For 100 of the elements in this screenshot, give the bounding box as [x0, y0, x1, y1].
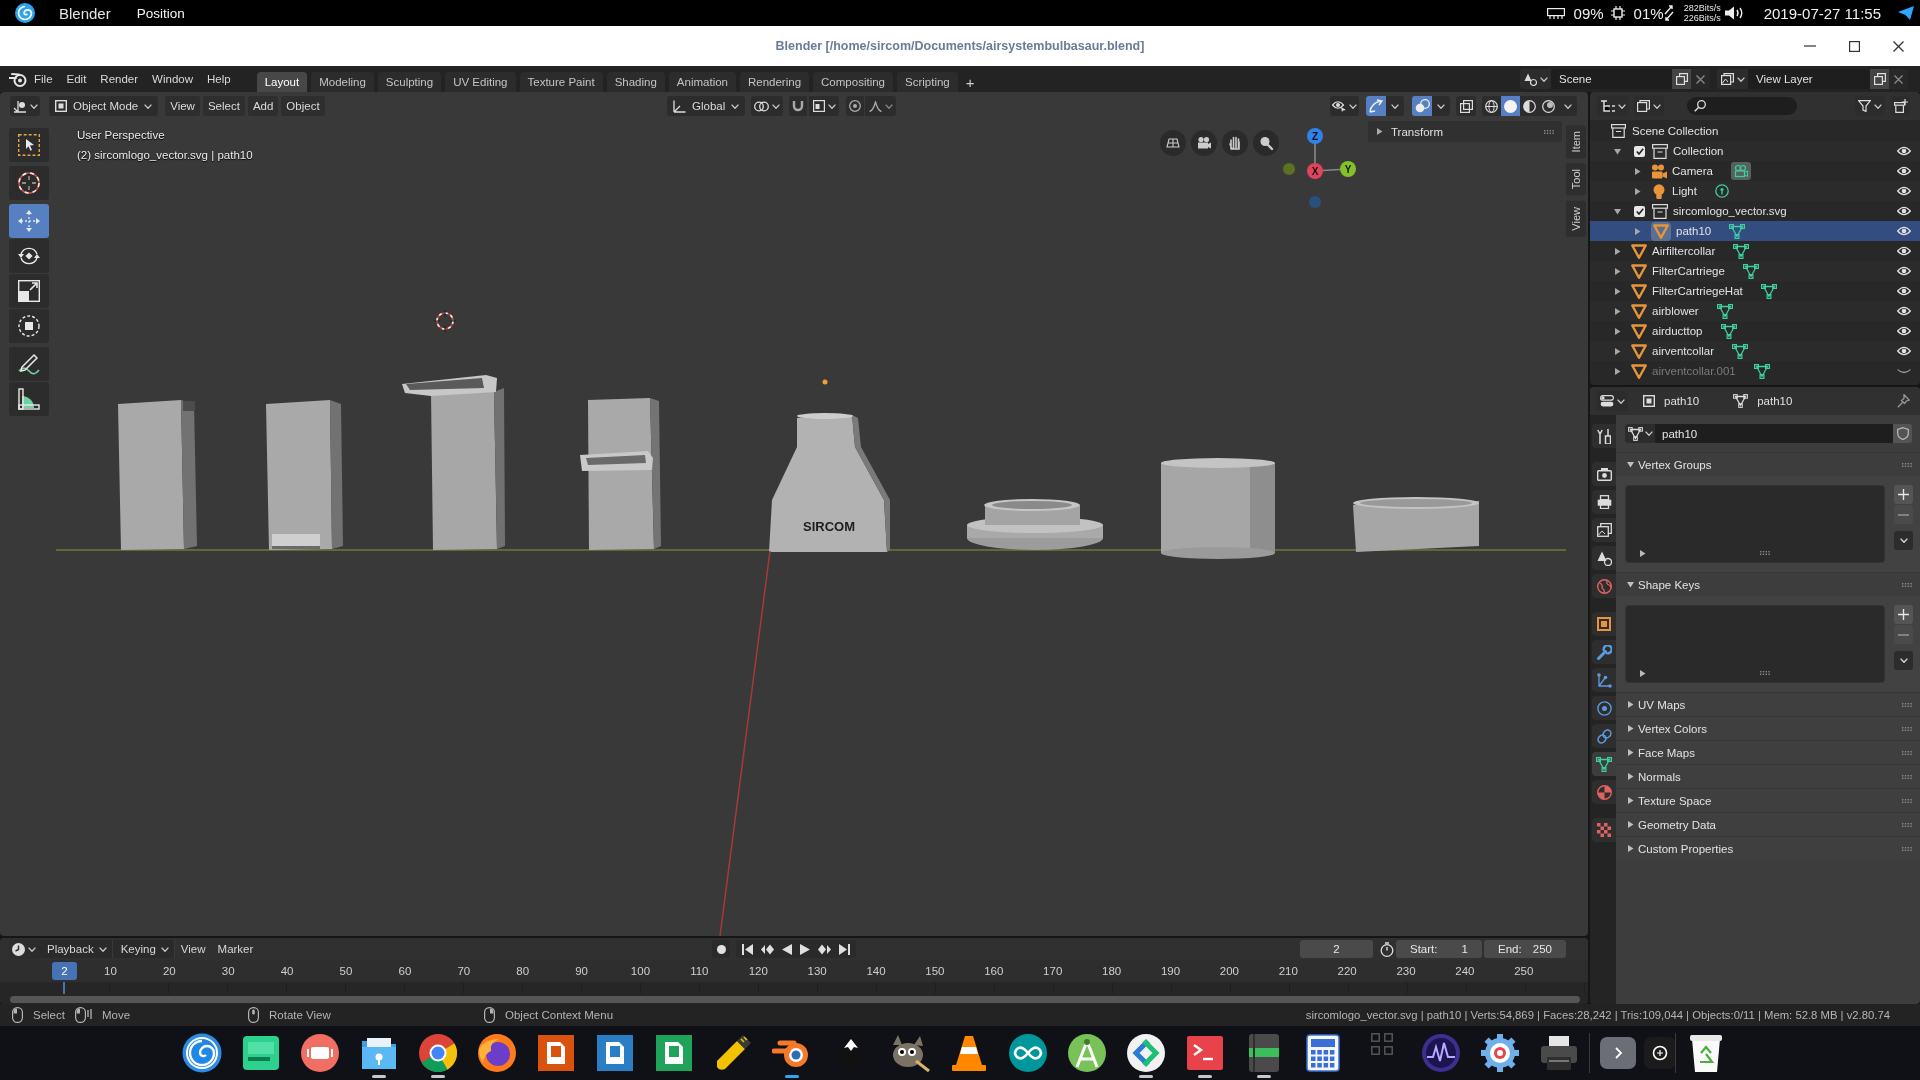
- disclosure-triangle-icon[interactable]: [1613, 307, 1621, 315]
- circle-pin-icon[interactable]: [1714, 184, 1729, 198]
- new-view-layer-button[interactable]: [1870, 69, 1889, 89]
- menu-button[interactable]: Select: [202, 96, 245, 116]
- presentation-document-icon[interactable]: [536, 1033, 576, 1073]
- disclosure-triangle-icon[interactable]: [1627, 821, 1634, 828]
- vertex-triangle-icon[interactable]: [1729, 223, 1746, 239]
- disclosure-triangle-icon[interactable]: [1613, 247, 1621, 255]
- tool-button[interactable]: [9, 274, 49, 308]
- workspace-tab[interactable]: Sculpting: [377, 72, 442, 92]
- tool-button[interactable]: [9, 166, 49, 200]
- disclosure-triangle-icon[interactable]: [1376, 128, 1383, 135]
- logo-icon[interactable]: [9, 71, 27, 87]
- eye-icon[interactable]: [1897, 226, 1911, 236]
- list-menu-button[interactable]: [1894, 531, 1913, 550]
- snap-target-button[interactable]: [809, 96, 840, 116]
- menu-item[interactable]: Window: [145, 69, 200, 89]
- sidebar-tab[interactable]: View: [1566, 200, 1586, 237]
- remove-view-layer-button[interactable]: [1889, 69, 1908, 89]
- menu-button[interactable]: Add: [247, 96, 279, 116]
- checkbox[interactable]: [1634, 145, 1645, 157]
- workspace-tab[interactable]: Scripting: [897, 72, 958, 92]
- properties-tab[interactable]: [1592, 612, 1616, 636]
- playhead-frame[interactable]: 2: [52, 962, 77, 980]
- new-collection-button[interactable]: [1892, 96, 1910, 116]
- compass-icon[interactable]: [1067, 1033, 1107, 1073]
- double-chevron-icon[interactable]: [1126, 1033, 1166, 1073]
- add-button[interactable]: [1894, 605, 1913, 624]
- scene-name-field[interactable]: Scene: [1551, 69, 1672, 89]
- diamond-forward-icon[interactable]: [818, 943, 831, 955]
- play-reverse-icon[interactable]: [782, 943, 792, 955]
- checkbox[interactable]: [1634, 205, 1645, 217]
- disclosure-triangle-icon[interactable]: [1627, 701, 1634, 708]
- workspace-tab[interactable]: Compositing: [813, 72, 893, 92]
- menu-item[interactable]: Help: [200, 69, 238, 89]
- axis-handle[interactable]: [1309, 196, 1321, 208]
- tool-button[interactable]: [9, 128, 49, 162]
- transform-panel[interactable]: Transform: [1368, 121, 1562, 142]
- calculator-icon[interactable]: [1303, 1033, 1343, 1073]
- workspace-tab[interactable]: Rendering: [740, 72, 810, 92]
- editor-type-button[interactable]: [1597, 391, 1628, 411]
- scrollbar[interactable]: [10, 995, 1580, 1003]
- globe-icon[interactable]: [477, 1033, 517, 1073]
- menu-item[interactable]: Marker: [211, 943, 260, 955]
- close-icon[interactable]: [1892, 40, 1904, 52]
- dropdown-menu[interactable]: Keying: [112, 940, 175, 958]
- camera-icon[interactable]: [1191, 130, 1217, 156]
- swirl-icon[interactable]: [182, 1033, 222, 1073]
- properties-tab[interactable]: [1592, 490, 1616, 514]
- properties-tab[interactable]: [1592, 546, 1616, 570]
- tool-button[interactable]: [9, 309, 49, 343]
- chevron-right-icon[interactable]: [1600, 1037, 1636, 1069]
- vertex-triangle-icon[interactable]: [1760, 283, 1777, 299]
- eye-icon[interactable]: [1897, 306, 1911, 316]
- eye-icon[interactable]: [1897, 346, 1911, 356]
- camera-icon[interactable]: [1730, 162, 1751, 180]
- disclosure-triangle-icon[interactable]: [1633, 187, 1641, 195]
- outliner-row[interactable]: path10: [1590, 221, 1920, 241]
- browser-icon[interactable]: [418, 1033, 458, 1073]
- shading-mode-button[interactable]: [1482, 96, 1501, 116]
- menu-item[interactable]: Render: [93, 69, 146, 89]
- perspective-grid-icon[interactable]: [1160, 130, 1186, 156]
- list-menu-button[interactable]: [1894, 651, 1913, 670]
- disclosure-triangle-icon[interactable]: [1627, 845, 1634, 852]
- vertex-triangle-icon[interactable]: [1732, 343, 1748, 359]
- menu-button[interactable]: View: [165, 96, 200, 116]
- shading-menu-button[interactable]: [1558, 96, 1577, 116]
- new-scene-button[interactable]: [1672, 69, 1691, 89]
- workspace-tab[interactable]: Animation: [668, 72, 736, 92]
- traffic-cone-icon[interactable]: [949, 1033, 989, 1073]
- skip-back-icon[interactable]: [742, 943, 753, 955]
- workspace-tab[interactable]: Texture Paint: [519, 72, 603, 92]
- mode-dropdown[interactable]: Object Mode: [49, 96, 159, 116]
- tool-button[interactable]: [9, 239, 49, 273]
- end-frame-field[interactable]: End: 250: [1484, 940, 1566, 958]
- add-workspace-button[interactable]: +: [961, 72, 979, 92]
- properties-tab[interactable]: [1592, 640, 1616, 664]
- properties-tab[interactable]: [1592, 668, 1616, 692]
- menu-item[interactable]: Edit: [59, 69, 94, 89]
- scene-selector-button[interactable]: [1520, 69, 1551, 89]
- paper-plane-icon[interactable]: [1898, 6, 1914, 20]
- editor-type-button[interactable]: [10, 96, 40, 116]
- hand-icon[interactable]: [1222, 130, 1248, 156]
- infinity-icon[interactable]: [1008, 1033, 1048, 1073]
- disclosure-triangle-icon[interactable]: [1613, 207, 1621, 215]
- diamond-back-icon[interactable]: [761, 943, 774, 955]
- vertex-triangle-icon[interactable]: [1733, 243, 1750, 259]
- workspace-tab[interactable]: Layout: [256, 72, 308, 92]
- filter-button[interactable]: [1855, 96, 1885, 116]
- disclosure-triangle-icon[interactable]: [1613, 367, 1621, 375]
- eye-icon[interactable]: [1897, 246, 1911, 256]
- properties-tab[interactable]: [1592, 518, 1616, 542]
- eye-icon[interactable]: [1897, 206, 1911, 216]
- eye-icon[interactable]: [1897, 266, 1911, 276]
- disclosure-triangle-icon[interactable]: [1613, 147, 1621, 155]
- eye-icon[interactable]: [1897, 326, 1911, 336]
- disclosure-triangle-icon[interactable]: [1627, 773, 1634, 780]
- circle-plus-icon[interactable]: [1644, 1037, 1676, 1069]
- recorder-icon[interactable]: [300, 1033, 340, 1073]
- terminal-icon[interactable]: [1185, 1033, 1225, 1073]
